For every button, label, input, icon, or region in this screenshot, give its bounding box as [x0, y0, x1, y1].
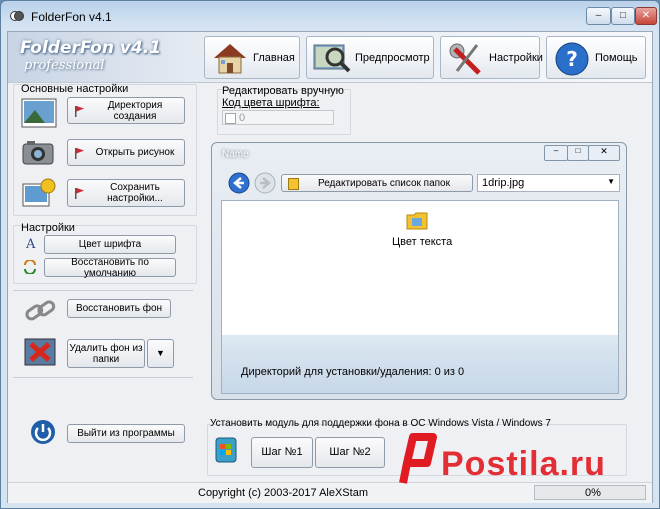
nav-preview-label: Предпросмотр: [355, 52, 430, 64]
logo-subtitle: professional: [24, 58, 105, 73]
preview-maximize-icon: □: [567, 145, 589, 161]
edit-folder-list-label: Редактировать список папок: [317, 177, 450, 189]
delete-background-button[interactable]: Удалить фон из папки: [67, 339, 145, 368]
divider: [13, 290, 193, 291]
logo-title: FolderFon v4.1: [20, 38, 162, 58]
preview-window: Name – □ ✕ Редактировать список папок 1d…: [211, 142, 627, 400]
nav-preview-button[interactable]: Предпросмотр: [306, 36, 434, 79]
power-icon: [31, 420, 55, 444]
save-settings-button-label: Сохранить настройки...: [107, 182, 163, 204]
client-area: FolderFon v4.1 professional Главная Пред…: [7, 31, 653, 503]
dir-status-text: Директорий для установки/удаления: 0 из …: [241, 366, 465, 378]
manual-edit-heading: Редактировать вручную: [222, 85, 344, 97]
nav-settings-button[interactable]: Настройки: [440, 36, 543, 79]
flag-icon: [75, 105, 84, 117]
house-icon: [214, 44, 246, 74]
nav-settings-label: Настройки: [489, 52, 543, 64]
folder-list-icon: [288, 178, 299, 190]
nav-home-label: Главная: [253, 52, 295, 64]
vista-module-text: Установить модуль для поддержки фона в О…: [210, 418, 551, 429]
nav-help-button[interactable]: ? Помощь: [546, 36, 646, 79]
font-color-code-checkbox[interactable]: [225, 113, 236, 124]
image-select[interactable]: 1drip.jpg ▼: [477, 174, 620, 192]
open-image-button[interactable]: Открыть рисунок: [67, 139, 185, 166]
flag-icon: [75, 188, 84, 199]
edit-folder-list-button[interactable]: Редактировать список папок: [281, 174, 473, 192]
font-color-code-label: Код цвета шрифта:: [222, 97, 320, 109]
restore-arrows-icon: [24, 260, 36, 274]
svg-text:?: ?: [566, 47, 578, 71]
chain-link-icon: [25, 300, 56, 321]
back-arrow-icon[interactable]: [228, 172, 250, 194]
picture-icon: [21, 98, 57, 128]
window-title: FolderFon v4.1: [31, 10, 112, 24]
settings-heading: Настройки: [21, 222, 75, 234]
open-image-button-label: Открыть рисунок: [95, 147, 175, 158]
divider: [13, 377, 193, 378]
step1-button[interactable]: Шаг №1: [251, 437, 313, 468]
preview-window-name: Name: [222, 149, 249, 160]
preview-minimize-icon: –: [544, 145, 568, 161]
folder-icon[interactable]: [406, 211, 428, 231]
step2-button[interactable]: Шаг №2: [315, 437, 385, 468]
font-a-icon: A: [26, 237, 36, 252]
save-image-icon: [22, 178, 56, 207]
magnifier-icon: [313, 44, 351, 73]
forward-arrow-icon[interactable]: [254, 172, 276, 194]
copyright-text: Copyright (c) 2003-2017 AleXStam: [198, 487, 368, 499]
chevron-down-icon: ▼: [156, 348, 165, 358]
main-settings-heading: Основные настройки: [21, 83, 129, 95]
font-color-code-value: 0: [239, 112, 246, 124]
close-button[interactable]: ✕: [635, 7, 657, 25]
restore-background-button[interactable]: Восстановить фон: [67, 299, 171, 318]
help-icon: ?: [555, 42, 589, 76]
app-icon: [10, 11, 24, 21]
status-bar: Copyright (c) 2003-2017 AleXStam 0%: [8, 482, 652, 503]
tools-icon: [449, 43, 481, 75]
nav-help-label: Помощь: [595, 52, 638, 64]
directory-button[interactable]: Директория создания: [67, 97, 185, 124]
preview-close-icon: ✕: [588, 145, 620, 161]
exit-button[interactable]: Выйти из программы: [67, 424, 185, 443]
delete-options-dropdown[interactable]: ▼: [147, 339, 174, 368]
title-bar: FolderFon v4.1 – □ ✕: [1, 1, 659, 31]
directory-button-label: Директория создания: [107, 99, 163, 122]
maximize-button[interactable]: □: [611, 7, 635, 25]
minimize-button[interactable]: –: [586, 7, 611, 25]
delete-icon: [24, 338, 56, 366]
folder-label: Цвет текста: [392, 236, 453, 248]
restore-defaults-button[interactable]: Восстановить по умолчанию: [44, 257, 176, 279]
progress-bar: 0%: [534, 485, 646, 500]
windows-module-icon: [215, 437, 237, 463]
image-select-value: 1drip.jpg: [482, 177, 525, 189]
save-settings-button[interactable]: Сохранить настройки...: [67, 179, 185, 207]
details-pane: Директорий для установки/удаления: 0 из …: [222, 335, 618, 393]
font-color-code-field[interactable]: 0: [222, 110, 334, 125]
header: FolderFon v4.1 professional Главная Пред…: [8, 32, 652, 83]
nav-home-button[interactable]: Главная: [204, 36, 300, 79]
chevron-down-icon: ▼: [607, 177, 615, 186]
flag-icon: [75, 147, 84, 159]
camera-icon: [22, 141, 54, 165]
progress-text: 0%: [585, 487, 601, 499]
app-window: FolderFon v4.1 – □ ✕ FolderFon v4.1 prof…: [0, 0, 660, 509]
folder-view: Цвет текста Директорий для установки/уда…: [221, 200, 619, 394]
font-color-button[interactable]: Цвет шрифта: [44, 235, 176, 254]
preview-window-controls: – □ ✕: [544, 145, 620, 161]
